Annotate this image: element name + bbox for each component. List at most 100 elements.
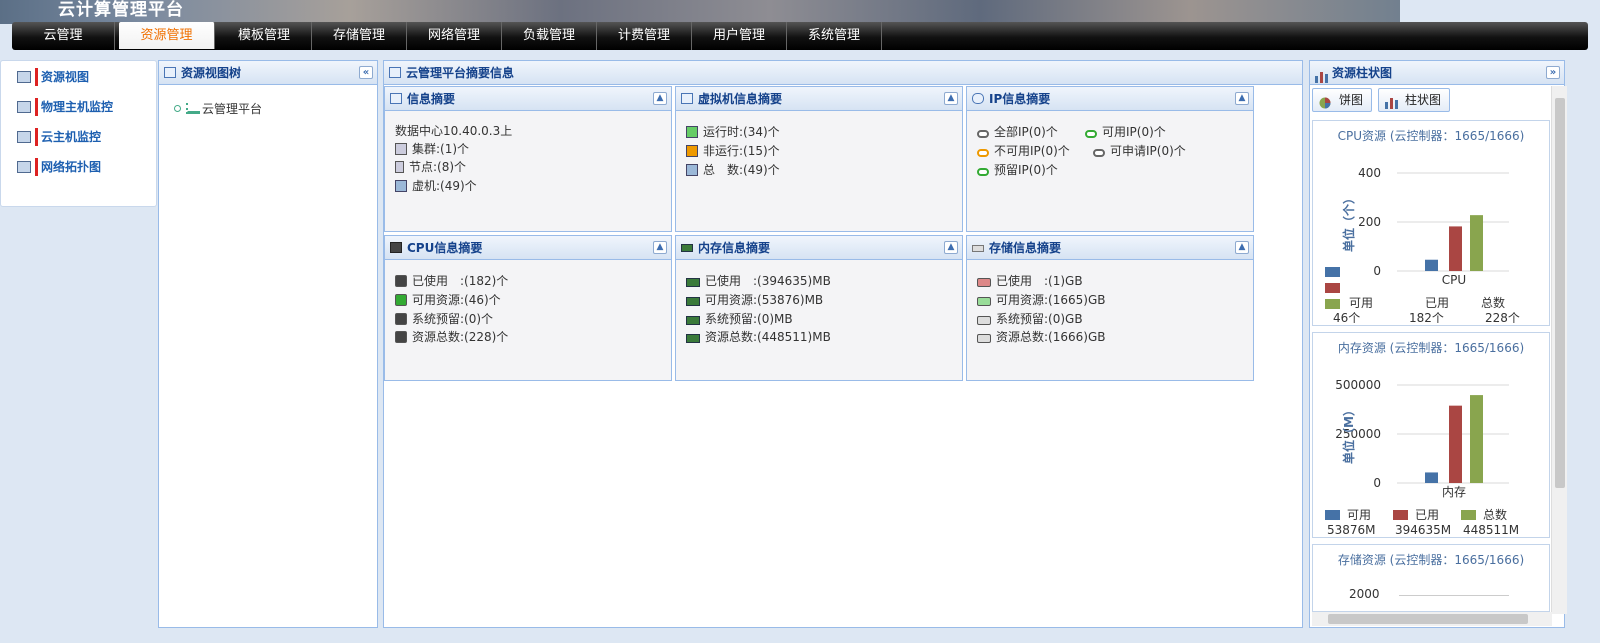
- collapse-up-icon[interactable]: ▲: [1235, 241, 1249, 254]
- chart-vertical-scrollbar[interactable]: [1551, 86, 1567, 614]
- legend-swatch: [1325, 283, 1340, 293]
- cpu-used-row: 已使用 :(182)个: [395, 273, 508, 289]
- collapse-right-icon[interactable]: »: [1546, 66, 1560, 79]
- tab-cloud[interactable]: 云管理: [12, 22, 115, 50]
- link-applicable-icon: [1093, 149, 1105, 157]
- legend-value: 228个: [1485, 311, 1520, 325]
- tab-template[interactable]: 模板管理: [217, 22, 312, 50]
- cluster-icon: [395, 143, 407, 155]
- sidebar-item-host-monitor[interactable]: 物理主机监控: [15, 97, 113, 117]
- cpu-used-value: 已使用 :(182)个: [412, 274, 509, 288]
- cpu-summary-title: CPU信息摘要: [407, 241, 483, 255]
- disk-used-icon: [977, 278, 991, 287]
- memory-available-icon: [686, 297, 700, 306]
- app-title: 云计算管理平台: [58, 0, 184, 20]
- monitor-icon: [17, 71, 31, 83]
- monitor-icon: [17, 161, 31, 173]
- sidebar-item-label: 网络拓扑图: [41, 160, 102, 174]
- legend-label: 可用: [1349, 296, 1373, 310]
- scrollbar-thumb[interactable]: [1328, 614, 1528, 624]
- legend-swatch: [1325, 267, 1340, 277]
- storage-total-value: 资源总数:(1666)GB: [996, 330, 1106, 344]
- y-tick-label: 0: [1373, 476, 1381, 490]
- memory-icon: [681, 244, 693, 252]
- marker-bar: [35, 128, 38, 146]
- y-axis-label: 单位（个）: [1341, 192, 1356, 252]
- sidebar-item-vm-monitor[interactable]: 云主机监控: [15, 127, 101, 147]
- disk-reserved-icon: [977, 316, 991, 325]
- mem-available-row: 可用资源:(53876)MB: [686, 292, 823, 308]
- cpu-total-row: 资源总数:(228)个: [395, 329, 508, 345]
- storage-summary-box: 存储信息摘要 ▲ 已使用 :(1)GB 可用资源:(1665)GB 系统预留:(…: [966, 235, 1254, 381]
- link-icon: [977, 130, 989, 138]
- tab-system[interactable]: 系统管理: [787, 22, 882, 50]
- storage-reserved-value: 系统预留:(0)GB: [996, 312, 1083, 326]
- cpu-summary-header: CPU信息摘要 ▲: [385, 236, 671, 260]
- scrollbar-thumb[interactable]: [1555, 98, 1565, 488]
- disk-icon: [972, 245, 984, 252]
- expand-dot-icon[interactable]: [174, 105, 181, 112]
- legend-value: 448511M: [1463, 523, 1519, 537]
- chart-horizontal-scrollbar[interactable]: [1312, 612, 1552, 626]
- tree-node-root[interactable]: 云管理平台: [174, 101, 262, 117]
- cpu-available-value: 可用资源:(46)个: [412, 293, 501, 307]
- ip-available-value: 可用IP(0)个: [1102, 125, 1166, 139]
- sidebar-item-topology[interactable]: 网络拓扑图: [15, 157, 101, 177]
- legend-swatch: [1325, 510, 1340, 520]
- tab-load[interactable]: 负载管理: [502, 22, 597, 50]
- storage-used-row: 已使用 :(1)GB: [977, 273, 1083, 289]
- disk-total-icon: [977, 334, 991, 343]
- legend-swatch: [1461, 510, 1476, 520]
- ip-available-row: 可用IP(0)个: [1085, 124, 1166, 140]
- collapse-up-icon[interactable]: ▲: [653, 241, 667, 254]
- x-category-label: 内存: [1442, 485, 1466, 499]
- marker-bar: [35, 158, 38, 176]
- storage-available-value: 可用资源:(1665)GB: [996, 293, 1106, 307]
- collapse-up-icon[interactable]: ▲: [653, 92, 667, 105]
- legend-swatch: [1325, 299, 1340, 309]
- ip-summary-title: IP信息摘要: [989, 92, 1051, 106]
- pie-chart-button[interactable]: 饼图: [1312, 88, 1373, 112]
- collapse-left-icon[interactable]: «: [359, 66, 373, 79]
- summary-panel-title: 云管理平台摘要信息: [406, 66, 515, 80]
- vm-running-row: 运行时:(34)个: [686, 124, 780, 140]
- chip-icon: [390, 242, 402, 253]
- tab-storage[interactable]: 存储管理: [312, 22, 407, 50]
- tab-billing[interactable]: 计费管理: [597, 22, 692, 50]
- legend-value: 182个: [1409, 311, 1444, 325]
- ip-summary-header: IP信息摘要 ▲: [967, 87, 1253, 111]
- tab-user[interactable]: 用户管理: [692, 22, 787, 50]
- mem-reserved-row: 系统预留:(0)MB: [686, 311, 793, 327]
- vm-running-icon: [686, 126, 698, 138]
- storage-y-tick: 2000: [1349, 587, 1380, 601]
- mem-total-value: 资源总数:(448511)MB: [705, 330, 831, 344]
- cpu-summary-box: CPU信息摘要 ▲ 已使用 :(182)个 可用资源:(46)个 系统预留:(0…: [384, 235, 672, 381]
- legend-label: 总数: [1481, 295, 1505, 310]
- storage-total-row: 资源总数:(1666)GB: [977, 329, 1105, 345]
- chip-reserved-icon: [395, 313, 407, 325]
- collapse-up-icon[interactable]: ▲: [944, 241, 958, 254]
- tab-resource[interactable]: 资源管理: [119, 22, 215, 49]
- header-banner: [0, 0, 1400, 24]
- datacenter-label: 数据中心10.40.0.3上: [395, 124, 513, 138]
- monitor-icon: [17, 101, 31, 113]
- legend-label: 总数: [1483, 507, 1507, 522]
- legend-value: 46个: [1333, 311, 1360, 325]
- info-summary-box: 信息摘要 ▲ 数据中心10.40.0.3上 集群:(1)个 节点:(8)个 虚机…: [384, 86, 672, 232]
- legend-label: 已用: [1415, 508, 1439, 522]
- vm-stopped-row: 非运行:(15)个: [686, 143, 780, 159]
- bar-chart-button[interactable]: 柱状图: [1378, 88, 1451, 112]
- y-tick-label: 200: [1358, 215, 1381, 229]
- collapse-up-icon[interactable]: ▲: [1235, 92, 1249, 105]
- network-icon: [186, 103, 200, 114]
- sidebar-item-resource-view[interactable]: 资源视图: [15, 67, 89, 87]
- mem-chart: 0250000500000单位（M）内存可用53876M已用394635M总数4…: [1325, 378, 1519, 537]
- mem-chart-card: 内存资源 (云控制器：1665/1666) 0 250000 500000 单位（M）…: [1312, 332, 1550, 538]
- monitor-icon: [395, 180, 407, 192]
- collapse-up-icon[interactable]: ▲: [944, 92, 958, 105]
- marker-bar: [35, 98, 38, 116]
- tree-panel: 资源视图树 «: [158, 60, 378, 628]
- tab-network[interactable]: 网络管理: [407, 22, 502, 50]
- link-reserved-icon: [977, 168, 989, 176]
- main-nav: 云管理 资源管理 模板管理 存储管理 网络管理 负载管理 计费管理 用户管理 系…: [12, 22, 1588, 50]
